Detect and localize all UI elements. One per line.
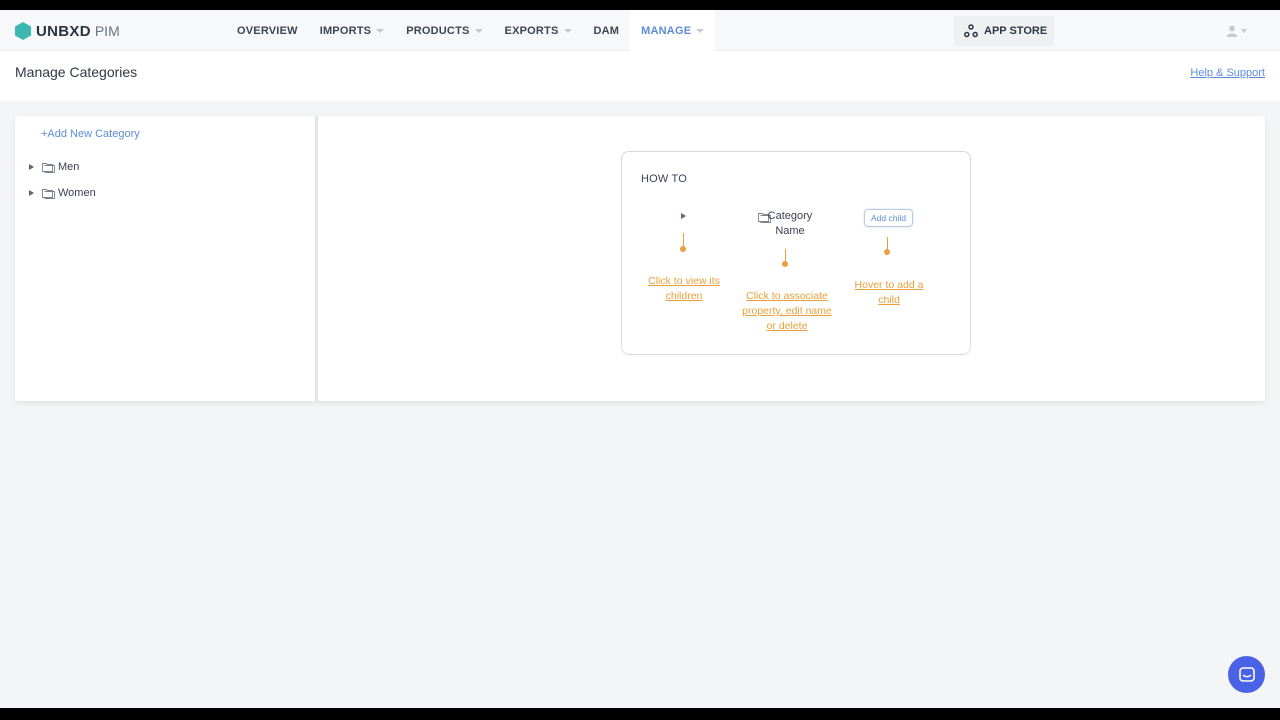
connector-dot bbox=[884, 249, 890, 255]
bottom-black-bar bbox=[0, 708, 1280, 720]
category-item-men[interactable]: Men bbox=[29, 161, 79, 173]
help-support-link[interactable]: Help & Support bbox=[1190, 67, 1265, 79]
add-child-button[interactable]: Add child bbox=[864, 209, 913, 227]
nav-manage-label: MANAGE bbox=[641, 24, 692, 37]
chat-icon bbox=[1238, 666, 1255, 682]
folder-icon bbox=[42, 188, 55, 199]
chevron-down-icon bbox=[563, 28, 572, 33]
category-label: Men bbox=[58, 161, 80, 173]
hint-associate-property[interactable]: Click to associate property, edit name o… bbox=[740, 289, 834, 334]
user-avatar-icon bbox=[1226, 25, 1238, 37]
brand-logo[interactable]: UNBXD PIM bbox=[15, 21, 120, 41]
nav-products-label: PRODUCTS bbox=[406, 24, 470, 37]
chevron-down-icon bbox=[376, 28, 385, 33]
expand-arrow-icon[interactable] bbox=[29, 164, 34, 170]
app-store-label: APP STORE bbox=[984, 25, 1048, 37]
chat-support-button[interactable] bbox=[1228, 656, 1265, 693]
chevron-down-icon bbox=[474, 28, 483, 33]
top-navbar: UNBXD PIM OVERVIEW IMPORTS PRODUCTS EXPO… bbox=[0, 10, 1280, 51]
category-item-women[interactable]: Women bbox=[29, 187, 96, 199]
chevron-down-icon bbox=[696, 28, 705, 33]
expand-arrow-icon[interactable] bbox=[29, 190, 34, 196]
page-title: Manage Categories bbox=[15, 64, 138, 80]
how-to-guide: HOW TO Click to view its children Catego… bbox=[621, 151, 971, 355]
brand-name: UNBXD bbox=[36, 22, 91, 40]
folder-icon bbox=[42, 162, 55, 173]
nav-dam[interactable]: DAM bbox=[583, 10, 631, 51]
nav-imports[interactable]: IMPORTS bbox=[309, 10, 396, 51]
brand-product: PIM bbox=[94, 23, 120, 39]
connector-dot bbox=[680, 246, 686, 252]
page-header: Manage Categories Help & Support bbox=[0, 51, 1280, 101]
user-menu[interactable] bbox=[1226, 25, 1247, 37]
main-nav: OVERVIEW IMPORTS PRODUCTS EXPORTS DAM MA… bbox=[226, 10, 716, 51]
nav-dam-label: DAM bbox=[593, 24, 620, 37]
top-black-bar bbox=[0, 0, 1280, 10]
hexagon-logo-icon bbox=[15, 22, 31, 40]
category-label: Women bbox=[58, 187, 96, 199]
nav-overview-label: OVERVIEW bbox=[237, 24, 298, 37]
connector-dot bbox=[782, 261, 788, 267]
nav-imports-label: IMPORTS bbox=[319, 24, 372, 37]
hint-view-children[interactable]: Click to view its children bbox=[640, 274, 728, 304]
chevron-down-icon bbox=[1241, 29, 1247, 33]
nav-overview[interactable]: OVERVIEW bbox=[226, 10, 309, 51]
category-tree: +Add New Category Men Women bbox=[15, 116, 318, 401]
app-store-button[interactable]: APP STORE bbox=[954, 16, 1054, 46]
add-new-category-link[interactable]: +Add New Category bbox=[41, 128, 140, 140]
app-store-icon bbox=[964, 24, 978, 38]
category-name-sample: Category Name bbox=[767, 210, 813, 237]
expand-arrow-icon bbox=[681, 213, 686, 219]
how-to-title: HOW TO bbox=[641, 173, 688, 185]
nav-manage[interactable]: MANAGE bbox=[630, 10, 716, 51]
nav-products[interactable]: PRODUCTS bbox=[395, 10, 493, 51]
nav-exports[interactable]: EXPORTS bbox=[494, 10, 583, 51]
categories-panel: +Add New Category Men Women HOW TO Click… bbox=[15, 116, 1265, 401]
hint-add-child[interactable]: Hover to add a child bbox=[844, 278, 934, 308]
nav-exports-label: EXPORTS bbox=[504, 24, 559, 37]
